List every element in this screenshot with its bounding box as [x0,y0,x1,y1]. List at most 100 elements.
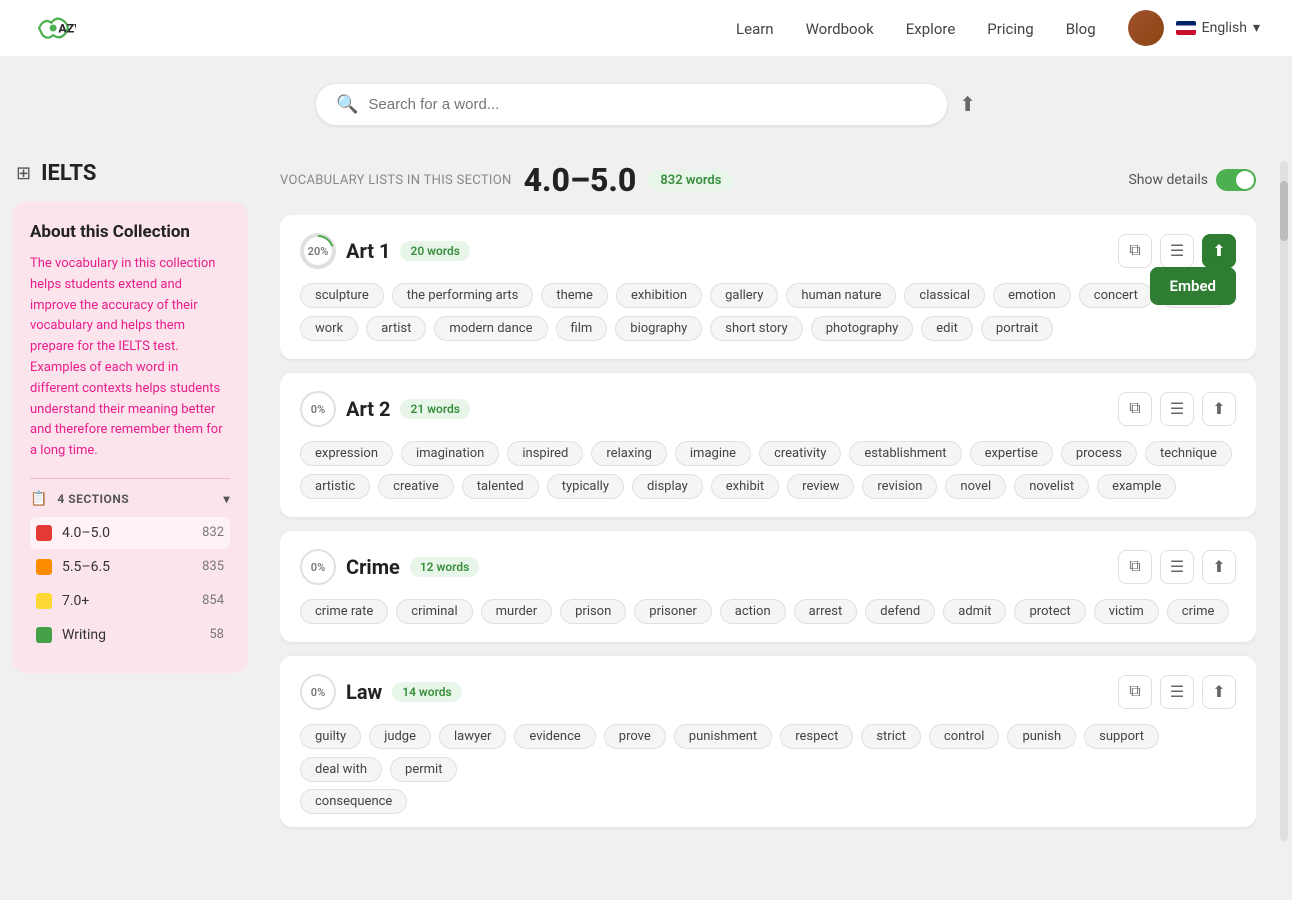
tag-biography[interactable]: biography [615,316,702,341]
tag-imagine[interactable]: imagine [675,441,751,466]
tag-portrait[interactable]: portrait [981,316,1053,341]
tag-gallery[interactable]: gallery [710,283,778,308]
tag-evidence[interactable]: evidence [514,724,595,749]
share-button[interactable]: ⬆ [959,92,976,117]
show-details-toggle[interactable] [1216,169,1256,191]
share-button-crime[interactable]: ⬆ [1202,550,1236,584]
print-button-art1[interactable]: ☰ [1160,234,1194,268]
print-button-crime[interactable]: ☰ [1160,550,1194,584]
nav-wordbook[interactable]: Wordbook [806,20,874,38]
tag-photography[interactable]: photography [811,316,914,341]
tag-respect[interactable]: respect [780,724,853,749]
tag-criminal[interactable]: criminal [396,599,472,624]
sidebar-item-40-50[interactable]: 4.0–5.0 832 [30,517,230,549]
tag-theme[interactable]: theme [541,283,608,308]
share-button-art2[interactable]: ⬆ [1202,392,1236,426]
tag-typically[interactable]: typically [547,474,624,499]
tag-exhibit[interactable]: exhibit [711,474,779,499]
tag-sculpture[interactable]: sculpture [300,283,384,308]
nav-learn[interactable]: Learn [736,20,774,38]
print-button-law[interactable]: ☰ [1160,675,1194,709]
embed-popup[interactable]: Embed [1150,267,1236,305]
tag-modern-dance[interactable]: modern dance [434,316,547,341]
tag-lawyer[interactable]: lawyer [439,724,506,749]
tag-control[interactable]: control [929,724,1000,749]
tag-admit[interactable]: admit [943,599,1006,624]
share-button-law[interactable]: ⬆ [1202,675,1236,709]
card-title-group-crime: 0% Crime 12 words [300,549,479,585]
logo[interactable]: AZVOCAB [32,10,82,46]
tag-victim[interactable]: victim [1094,599,1159,624]
tag-deal-with[interactable]: deal with [300,757,382,782]
tag-display[interactable]: display [632,474,703,499]
grid-menu-button[interactable]: ⊞ [16,163,31,184]
nav-blog[interactable]: Blog [1066,20,1096,38]
show-details[interactable]: Show details [1128,169,1256,191]
tag-creative[interactable]: creative [378,474,454,499]
tag-strict[interactable]: strict [861,724,921,749]
scrollbar[interactable] [1280,161,1288,841]
tag-novel[interactable]: novel [945,474,1006,499]
language-selector[interactable]: English ▾ [1176,20,1260,36]
tag-example[interactable]: example [1097,474,1176,499]
avatar[interactable] [1128,10,1164,46]
tag-human-nature[interactable]: human nature [786,283,896,308]
sidebar-item-writing[interactable]: Writing 58 [30,619,230,651]
tag-punishment[interactable]: punishment [674,724,772,749]
tag-guilty[interactable]: guilty [300,724,361,749]
tag-prisoner[interactable]: prisoner [634,599,711,624]
search-input[interactable] [368,96,927,113]
progress-circle-law: 0% [300,674,336,710]
tag-action[interactable]: action [720,599,786,624]
chevron-down-icon[interactable]: ▾ [223,492,230,506]
tag-review[interactable]: review [787,474,854,499]
tag-performing-arts[interactable]: the performing arts [392,283,534,308]
tag-film[interactable]: film [556,316,608,341]
word-count-art2: 21 words [400,399,469,419]
tag-edit[interactable]: edit [921,316,973,341]
tag-emotion[interactable]: emotion [993,283,1071,308]
tag-artistic[interactable]: artistic [300,474,370,499]
tag-support[interactable]: support [1084,724,1159,749]
sidebar-item-70plus[interactable]: 7.0+ 854 [30,585,230,617]
nav-pricing[interactable]: Pricing [987,20,1033,38]
tag-defend[interactable]: defend [865,599,935,624]
tag-prison[interactable]: prison [560,599,626,624]
tag-concert[interactable]: concert [1079,283,1153,308]
tag-technique[interactable]: technique [1145,441,1232,466]
tag-judge[interactable]: judge [369,724,431,749]
tag-talented[interactable]: talented [462,474,539,499]
tag-permit[interactable]: permit [390,757,457,782]
tag-punish[interactable]: punish [1007,724,1076,749]
tag-creativity[interactable]: creativity [759,441,841,466]
tag-novelist[interactable]: novelist [1014,474,1089,499]
tag-imagination[interactable]: imagination [401,441,499,466]
tag-revision[interactable]: revision [862,474,937,499]
tag-artist[interactable]: artist [366,316,426,341]
tag-crime-rate[interactable]: crime rate [300,599,388,624]
tag-murder[interactable]: murder [481,599,552,624]
tag-establishment[interactable]: establishment [849,441,961,466]
tag-work[interactable]: work [300,316,358,341]
nav-explore[interactable]: Explore [906,20,956,38]
copy-button-crime[interactable]: ⧉ [1118,550,1152,584]
tag-process[interactable]: process [1061,441,1137,466]
tag-protect[interactable]: protect [1014,599,1085,624]
tag-classical[interactable]: classical [904,283,985,308]
tag-prove[interactable]: prove [604,724,666,749]
print-button-art2[interactable]: ☰ [1160,392,1194,426]
tag-expertise[interactable]: expertise [970,441,1053,466]
copy-button-art2[interactable]: ⧉ [1118,392,1152,426]
tag-short-story[interactable]: short story [710,316,802,341]
tag-expression[interactable]: expression [300,441,393,466]
tag-crime[interactable]: crime [1167,599,1230,624]
tag-exhibition[interactable]: exhibition [616,283,702,308]
tag-arrest[interactable]: arrest [794,599,858,624]
tag-consequence[interactable]: consequence [300,789,407,814]
sidebar-item-55-65[interactable]: 5.5–6.5 835 [30,551,230,583]
copy-button-art1[interactable]: ⧉ [1118,234,1152,268]
copy-button-law[interactable]: ⧉ [1118,675,1152,709]
tag-list-crime: crime rate criminal murder prison prison… [300,599,1236,624]
tag-relaxing[interactable]: relaxing [591,441,667,466]
tag-inspired[interactable]: inspired [507,441,583,466]
